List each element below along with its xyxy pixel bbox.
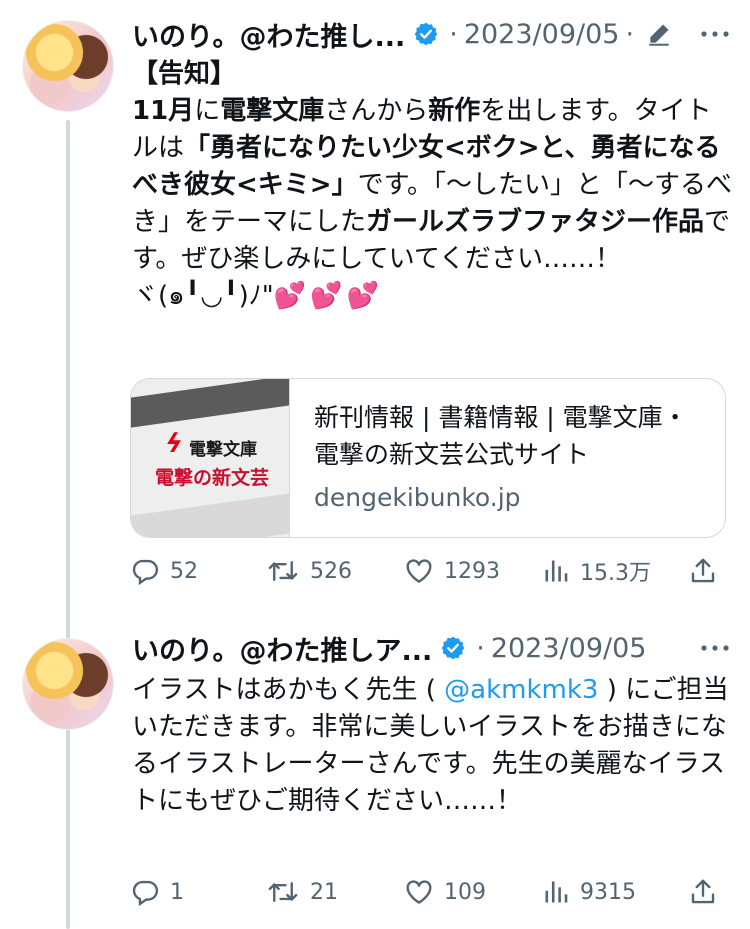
views-icon xyxy=(545,560,568,582)
card-info: 新刊情報 | 書籍情報 | 電撃文庫・電撃の新文芸公式サイト dengekibu… xyxy=(290,379,725,537)
tweet-date[interactable]: 2023/09/05 xyxy=(464,19,620,50)
thread-connector-line xyxy=(66,120,70,929)
share-button[interactable] xyxy=(688,874,718,910)
author-name[interactable]: いのり。@わた推し... xyxy=(132,15,405,54)
tweet-header: いのり。@わた推しア... · 2023/09/05 xyxy=(132,628,730,668)
tweet-actions: 52 526 1293 15.3万 xyxy=(130,553,730,589)
reply-count: 52 xyxy=(170,558,198,584)
like-button[interactable]: 109 xyxy=(404,874,486,910)
card-domain: dengekibunko.jp xyxy=(314,483,521,512)
thumbnail-logo-subtext: 電撃の新文芸 xyxy=(155,467,270,489)
separator-dot: · xyxy=(625,18,635,50)
avatar[interactable] xyxy=(22,20,114,112)
like-icon xyxy=(406,880,432,904)
share-button[interactable] xyxy=(688,553,718,589)
tweet-header: いのり。@わた推し... · 2023/09/05 · xyxy=(132,14,730,54)
tweet-text-bold: ガールズラブファタジー作品 xyxy=(366,207,705,237)
thumbnail-stripe xyxy=(131,379,289,431)
like-button[interactable]: 1293 xyxy=(404,553,500,589)
lightning-logo-icon: ϟ xyxy=(160,429,187,459)
tweet-text: イラストはあかもく先生 ( @akmkmk3 ) にご担当いただきます。非常に美… xyxy=(132,672,732,820)
reply-count: 1 xyxy=(170,879,184,905)
mention-link[interactable]: @akmkmk3 xyxy=(444,675,598,705)
separator-dot: · xyxy=(476,632,485,664)
views-icon xyxy=(545,881,568,903)
views-button[interactable]: 9315 xyxy=(542,874,636,910)
view-count: 9315 xyxy=(580,879,636,905)
verified-badge-icon xyxy=(413,21,439,47)
reply-icon xyxy=(132,880,159,907)
author-name[interactable]: いのり。@わた推しア... xyxy=(132,629,432,668)
more-icon[interactable] xyxy=(700,644,730,652)
thumbnail-stripe xyxy=(131,487,289,537)
retweet-icon xyxy=(268,561,298,581)
thumbnail-logo-text: 電撃文庫 xyxy=(189,440,257,460)
retweet-count: 526 xyxy=(310,558,352,584)
avatar[interactable] xyxy=(22,638,114,730)
tweet-date[interactable]: 2023/09/05 xyxy=(491,633,647,664)
tweet-text-bold: 新作 xyxy=(428,96,481,126)
retweet-button[interactable]: 526 xyxy=(266,553,352,589)
reply-button[interactable]: 1 xyxy=(130,874,184,910)
reply-icon xyxy=(132,559,159,586)
retweet-count: 21 xyxy=(310,879,338,905)
more-icon[interactable] xyxy=(700,30,730,38)
link-card[interactable]: ϟ 電撃文庫 電撃の新文芸 新刊情報 | 書籍情報 | 電撃文庫・電撃の新文芸公… xyxy=(130,378,726,538)
like-count: 1293 xyxy=(444,558,500,584)
tweet-text: 【告知】 11月に電撃文庫さんから新作を出します。タイトルは「勇者になりたい少女… xyxy=(132,56,732,315)
separator-dot: · xyxy=(449,18,458,50)
tweet-text-bold: 【告知】 xyxy=(132,59,237,89)
retweet-button[interactable]: 21 xyxy=(266,874,338,910)
tweet-text-bold: 電撃文庫 xyxy=(220,96,325,126)
edit-icon[interactable] xyxy=(646,21,672,47)
view-count: 15.3万 xyxy=(580,561,651,586)
like-count: 109 xyxy=(444,879,486,905)
card-title: 新刊情報 | 書籍情報 | 電撃文庫・電撃の新文芸公式サイト xyxy=(314,403,688,469)
reply-button[interactable]: 52 xyxy=(130,553,198,589)
tweet-text-part: に xyxy=(194,96,221,126)
like-icon xyxy=(406,559,432,583)
tweet-text-part: さんから xyxy=(324,96,429,126)
share-icon xyxy=(691,879,715,904)
card-thumbnail: ϟ 電撃文庫 電撃の新文芸 xyxy=(131,379,290,537)
tweet-actions: 1 21 109 9315 xyxy=(130,874,730,910)
hearts-emoji: 💕💕💕 xyxy=(273,281,383,311)
retweet-icon xyxy=(268,882,298,902)
share-icon xyxy=(691,558,715,583)
tweet-text-part: イラストはあかもく先生 ( xyxy=(132,675,445,705)
tweet-text-bold: 11月 xyxy=(132,96,195,126)
views-button[interactable]: 15.3万 xyxy=(542,553,651,589)
verified-badge-icon xyxy=(440,635,466,661)
